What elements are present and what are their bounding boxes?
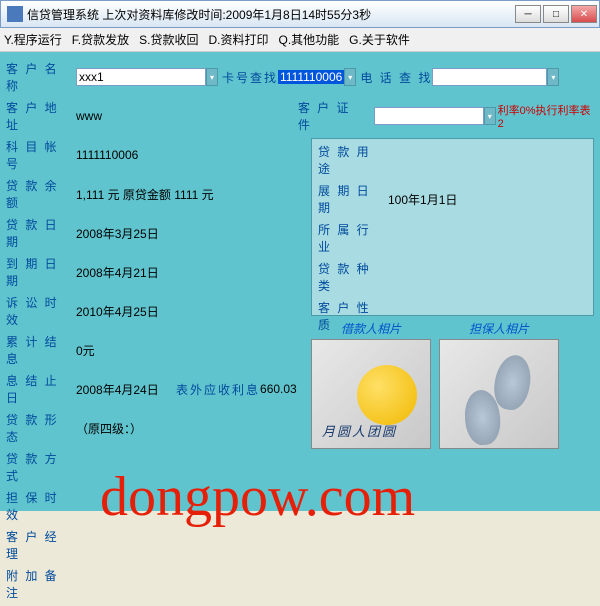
phone-dropdown[interactable]: ▾ (547, 68, 559, 86)
label-lawsuit: 诉 讼 时 效 (6, 294, 76, 328)
interest-value: 0元 (76, 342, 95, 359)
label-loanuse: 贷 款 用 途 (318, 143, 388, 177)
label-custid: 客 户 证 件 (298, 99, 368, 133)
borrower-photo[interactable]: 月圆人团圆 (311, 339, 431, 449)
loandate-value: 2008年3月25日 (76, 225, 159, 242)
custid-input[interactable] (374, 107, 484, 125)
account-value: 1111110006 (76, 148, 138, 162)
label-cardsearch: 卡号查找 (222, 69, 278, 86)
intdate-value: 2008年4月24日 (76, 381, 176, 398)
menu-bar: Y.程序运行 F.贷款发放 S.贷款收回 D.资料打印 Q.其他功能 G.关于软… (0, 28, 600, 52)
label-phonesearch: 电 话 查 找 (360, 69, 432, 86)
custaddr-value: www (76, 109, 298, 123)
menu-other[interactable]: Q.其他功能 (279, 31, 340, 48)
custid-dropdown[interactable]: ▾ (484, 107, 496, 125)
label-manager: 客 户 经 理 (6, 528, 76, 562)
label-account: 科 目 帐 号 (6, 138, 76, 172)
extdate-value: 100年1月1日 (388, 191, 457, 208)
label-loantype: 贷 款 种 类 (318, 260, 388, 294)
label-balance: 贷 款 余 额 (6, 177, 76, 211)
offbalance-value: 660.03 (260, 382, 297, 396)
photo2-label: 担保人相片 (439, 320, 559, 337)
rate-note: 利率0%执行利率表2 (498, 102, 594, 130)
label-guarantee: 担 保 时 效 (6, 489, 76, 523)
menu-loan-issue[interactable]: F.贷款发放 (72, 31, 129, 48)
label-duedate: 到 期 日 期 (6, 255, 76, 289)
duedate-value: 2008年4月21日 (76, 264, 159, 281)
label-interest: 累 计 结 息 (6, 333, 76, 367)
phone-input[interactable] (432, 68, 547, 86)
menu-print[interactable]: D.资料打印 (208, 31, 268, 48)
label-loanmethod: 贷 款 方 式 (6, 450, 76, 484)
label-custname: 客 户 名 称 (6, 60, 76, 94)
guarantor-photo[interactable] (439, 339, 559, 449)
window-title: 信贷管理系统 上次对资料库修改时间:2009年1月8日14时55分3秒 (27, 6, 515, 23)
label-loanform: 贷 款 形 态 (6, 411, 76, 445)
cardno-value[interactable]: 1111110006 (278, 70, 344, 84)
moon-icon (357, 365, 417, 425)
menu-run[interactable]: Y.程序运行 (4, 31, 62, 48)
menu-loan-recover[interactable]: S.贷款收回 (139, 31, 198, 48)
photo1-label: 借款人相片 (311, 320, 431, 337)
moon-text: 月圆人团圆 (322, 421, 397, 440)
lawsuit-value: 2010年4月25日 (76, 303, 159, 320)
detail-box: 贷 款 用 途 展 期 日 期100年1月1日 所 属 行 业 贷 款 种 类 … (311, 138, 594, 316)
close-button[interactable]: ✕ (571, 5, 597, 23)
custname-dropdown[interactable]: ▾ (206, 68, 218, 86)
label-extdate: 展 期 日 期 (318, 182, 388, 216)
label-custaddr: 客 户 地 址 (6, 99, 76, 133)
maximize-button[interactable]: □ (543, 5, 569, 23)
label-intdate: 息 结 止 日 (6, 372, 76, 406)
label-loandate: 贷 款 日 期 (6, 216, 76, 250)
watermark: dongpow.com (100, 465, 415, 529)
balance-value: 1,111 元 原贷金额 1111 元 (76, 186, 214, 203)
loanform-value: （原四级：） (76, 420, 142, 437)
label-industry: 所 属 行 业 (318, 221, 388, 255)
label-remark: 附 加 备 注 (6, 567, 76, 601)
custname-input[interactable] (76, 68, 206, 86)
app-icon (7, 6, 23, 22)
cardno-dropdown[interactable]: ▾ (344, 68, 356, 86)
label-offbalance: 表外应收利息 (176, 381, 260, 398)
menu-about[interactable]: G.关于软件 (349, 31, 410, 48)
minimize-button[interactable]: ─ (515, 5, 541, 23)
